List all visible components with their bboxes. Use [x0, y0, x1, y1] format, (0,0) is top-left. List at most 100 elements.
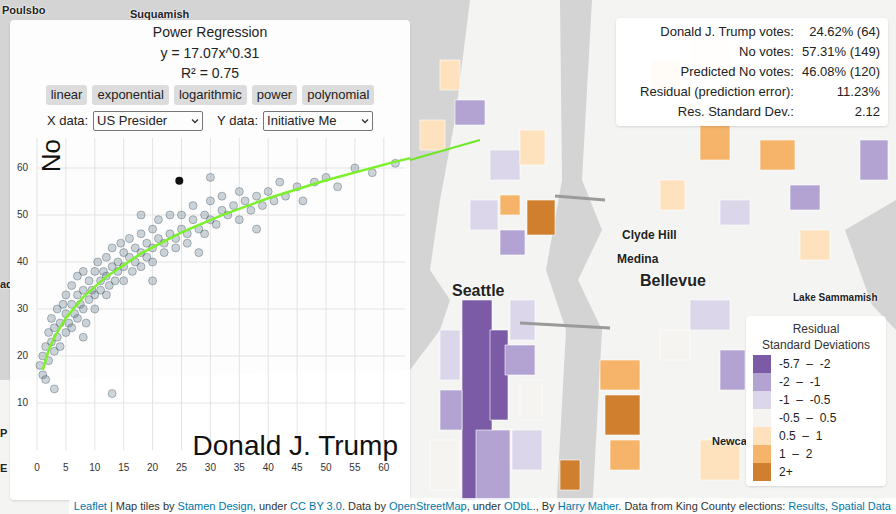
scatter-point[interactable] [258, 202, 266, 210]
precinct[interactable] [760, 140, 795, 170]
scatter-point[interactable] [276, 178, 284, 186]
scatter-point[interactable] [206, 173, 214, 181]
scatter-point[interactable] [79, 333, 87, 341]
scatter-point[interactable] [102, 253, 110, 261]
scatter-point[interactable] [125, 235, 133, 243]
regression-type-button[interactable]: linear [46, 85, 88, 105]
precinct[interactable] [512, 430, 542, 470]
precinct[interactable] [500, 195, 520, 215]
precinct[interactable] [440, 60, 460, 90]
regression-type-button[interactable]: power [252, 85, 297, 105]
scatter-point[interactable] [247, 206, 255, 214]
precinct[interactable] [720, 200, 750, 225]
regression-type-button[interactable]: logarithmic [174, 85, 247, 105]
scatter-point[interactable] [120, 277, 128, 285]
scatter-point[interactable] [68, 324, 76, 332]
scatter-point[interactable] [206, 197, 214, 205]
data-select[interactable]: Initiative Me [263, 111, 373, 131]
scatter-point[interactable] [117, 239, 125, 247]
scatter-point[interactable] [253, 225, 261, 233]
precinct[interactable] [660, 180, 685, 210]
scatter-point[interactable] [94, 258, 102, 266]
attribution-link[interactable]: CC BY 3.0 [290, 500, 342, 512]
scatter-point[interactable] [195, 249, 203, 257]
scatter-point[interactable] [235, 188, 243, 196]
precinct[interactable] [690, 300, 730, 330]
regression-type-button[interactable]: polynomial [302, 85, 374, 105]
precinct[interactable] [800, 230, 830, 260]
scatter-point[interactable] [264, 188, 272, 196]
regression-type-button[interactable]: exponential [92, 85, 169, 105]
scatter-point[interactable] [149, 258, 157, 266]
attribution-link[interactable]: ODbL [504, 500, 533, 512]
scatter-point[interactable] [212, 220, 220, 228]
scatter-point[interactable] [183, 239, 191, 247]
precinct[interactable] [700, 120, 730, 160]
scatter-point[interactable] [91, 267, 99, 275]
scatter-point[interactable] [201, 230, 209, 238]
precinct[interactable] [440, 330, 460, 380]
precinct[interactable] [505, 345, 535, 375]
highlighted-point[interactable] [175, 177, 183, 185]
scatter-point[interactable] [59, 300, 67, 308]
scatter-point[interactable] [149, 277, 157, 285]
scatter-point[interactable] [79, 286, 87, 294]
scatter-point[interactable] [178, 211, 186, 219]
precinct[interactable] [520, 380, 542, 420]
precinct[interactable] [660, 330, 690, 360]
attribution-link[interactable]: OpenStreetMap [389, 500, 467, 512]
scatter-point[interactable] [235, 216, 243, 224]
scatter-point[interactable] [189, 216, 197, 224]
scatter-point[interactable] [154, 216, 162, 224]
scatter-point[interactable] [137, 230, 145, 238]
precinct[interactable] [420, 120, 445, 150]
attribution-link[interactable]: Spatial Data [831, 500, 891, 512]
attribution-link[interactable]: Stamen Design [178, 500, 253, 512]
precinct[interactable] [605, 395, 640, 435]
scatter-point[interactable] [253, 192, 261, 200]
scatter-point[interactable] [111, 277, 119, 285]
scatter-point[interactable] [108, 390, 116, 398]
scatter-point[interactable] [42, 376, 50, 384]
scatter-point[interactable] [56, 343, 64, 351]
scatter-point[interactable] [334, 183, 342, 191]
scatter-point[interactable] [218, 192, 226, 200]
precinct[interactable] [560, 460, 580, 490]
scatter-point[interactable] [172, 244, 180, 252]
scatter-point[interactable] [79, 305, 87, 313]
scatter-point[interactable] [91, 305, 99, 313]
precinct[interactable] [440, 390, 462, 430]
scatter-point[interactable] [102, 291, 110, 299]
scatter-point[interactable] [68, 282, 76, 290]
scatter-point[interactable] [128, 267, 136, 275]
scatter-point[interactable] [299, 197, 307, 205]
scatter-point[interactable] [368, 169, 376, 177]
scatter-point[interactable] [50, 385, 58, 393]
attribution-link[interactable]: Results [788, 500, 825, 512]
precinct[interactable] [860, 140, 888, 180]
precinct[interactable] [520, 130, 545, 165]
attribution-link[interactable]: Leaflet [74, 500, 107, 512]
precinct[interactable] [490, 150, 520, 180]
precinct[interactable] [500, 230, 525, 255]
scatter-point[interactable] [85, 277, 93, 285]
scatter-point[interactable] [160, 249, 168, 257]
precinct[interactable] [610, 440, 640, 470]
scatter-point[interactable] [241, 197, 249, 205]
scatter-plot[interactable]: 051015202530354045505560102030405060NoDo… [10, 133, 410, 483]
precinct[interactable] [527, 200, 555, 235]
scatter-point[interactable] [149, 225, 157, 233]
precinct[interactable] [790, 185, 820, 210]
precinct[interactable] [470, 200, 498, 230]
scatter-point[interactable] [73, 314, 81, 322]
precinct[interactable] [510, 300, 535, 340]
scatter-point[interactable] [62, 291, 70, 299]
scatter-point[interactable] [137, 211, 145, 219]
scatter-point[interactable] [108, 244, 116, 252]
precinct[interactable] [600, 360, 640, 390]
data-select[interactable]: US Presider [93, 111, 203, 131]
scatter-point[interactable] [189, 202, 197, 210]
scatter-point[interactable] [166, 211, 174, 219]
precinct[interactable] [720, 350, 745, 390]
precinct[interactable] [476, 430, 510, 500]
